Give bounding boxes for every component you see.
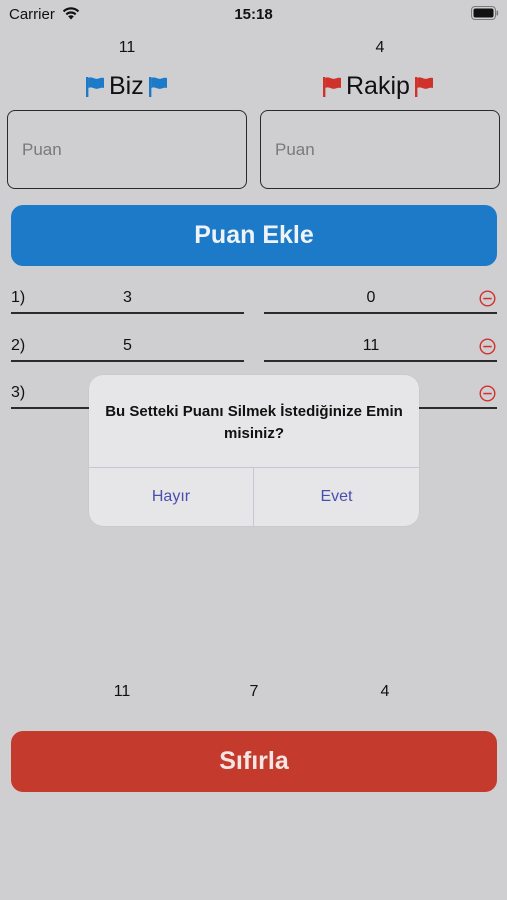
us-total-score: 11 (118, 39, 136, 56)
them-points-input[interactable] (260, 110, 500, 189)
blue-flag-icon (148, 76, 167, 97)
totals-us: 11 (113, 683, 131, 700)
totals-them: 4 (380, 683, 390, 700)
them-total-score: 4 (375, 39, 385, 56)
us-team-name: Biz (109, 72, 144, 100)
blue-flag-icon (86, 76, 104, 97)
round-divider (11, 312, 244, 314)
round-divider (264, 312, 497, 314)
delete-confirm-alert: Bu Setteki Puanı Silmek İstediğinize Emi… (89, 375, 419, 526)
them-team-name: Rakip (346, 72, 410, 100)
add-points-button[interactable]: Puan Ekle (11, 205, 497, 266)
delete-round-icon[interactable] (479, 290, 496, 307)
alert-cancel-button[interactable]: Hayır (89, 468, 253, 526)
round-index: 3) (11, 384, 26, 401)
round-row: 1) 3 0 (0, 289, 507, 329)
alert-confirm-button[interactable]: Evet (254, 468, 419, 526)
battery-icon (471, 6, 499, 20)
round-them-points[interactable]: 0 (264, 289, 478, 307)
alert-message: Bu Setteki Puanı Silmek İstediğinize Emi… (105, 403, 403, 442)
status-bar: Carrier 15:18 (0, 0, 507, 28)
round-us-points[interactable]: 3 (11, 289, 244, 307)
round-divider (11, 360, 244, 362)
reset-button[interactable]: Sıfırla (11, 731, 497, 792)
round-row: 2) 5 11 (0, 337, 507, 377)
clock: 15:18 (234, 6, 273, 23)
totals-difference: 7 (249, 683, 259, 700)
us-team-header: Biz (85, 72, 168, 101)
delete-round-icon[interactable] (479, 338, 496, 355)
round-divider (264, 360, 497, 362)
us-points-input[interactable] (7, 110, 247, 189)
delete-round-icon[interactable] (479, 385, 496, 402)
them-team-header: Rakip (322, 72, 434, 101)
red-flag-icon (323, 76, 341, 97)
round-us-points[interactable]: 5 (11, 337, 244, 355)
red-flag-icon (414, 76, 433, 97)
round-them-points[interactable]: 11 (264, 337, 478, 355)
